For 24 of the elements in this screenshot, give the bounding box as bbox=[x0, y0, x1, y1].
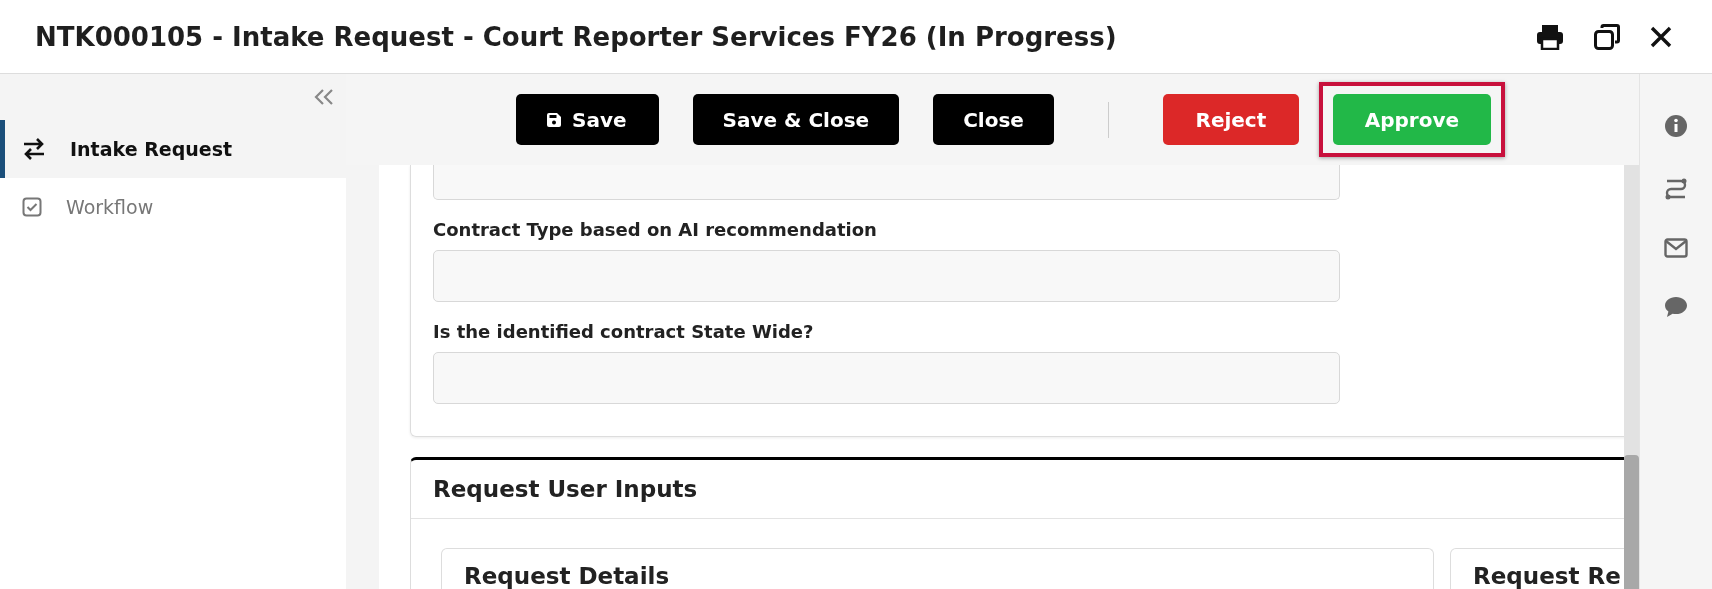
close-icon[interactable] bbox=[1650, 25, 1672, 48]
sidebar-item[interactable]: Workflow bbox=[0, 178, 346, 236]
toolbar-button[interactable]: Save & Close bbox=[692, 94, 900, 145]
scrollbar[interactable] bbox=[1624, 165, 1639, 589]
swap-arrows-icon bbox=[22, 138, 46, 160]
restore-window-icon[interactable] bbox=[1594, 23, 1620, 50]
field-label: Contract Type based on AI recommendation bbox=[433, 219, 878, 240]
window-title: NTK000105 - Intake Request - Court Reporter Services FY26 (In Progress) bbox=[35, 21, 1118, 52]
chat-bubble-icon[interactable] bbox=[1664, 296, 1688, 318]
card-title: Request Details bbox=[441, 548, 1434, 589]
envelope-icon[interactable] bbox=[1664, 238, 1688, 258]
toolbar-button[interactable]: Reject bbox=[1162, 94, 1299, 145]
print-icon[interactable] bbox=[1536, 23, 1564, 50]
sidebar-item[interactable]: Intake Request bbox=[0, 120, 346, 178]
info-icon[interactable] bbox=[1664, 114, 1688, 138]
collapse-chevrons-icon[interactable] bbox=[314, 89, 334, 105]
toolbar-button[interactable]: Close bbox=[933, 94, 1054, 145]
input-field[interactable] bbox=[433, 165, 1340, 200]
checkbox-icon bbox=[22, 197, 42, 217]
field-label: Is the identified contract State Wide? bbox=[433, 321, 815, 342]
input-field[interactable] bbox=[433, 352, 1340, 404]
route-icon[interactable] bbox=[1664, 176, 1688, 200]
save-button[interactable]: Save bbox=[516, 94, 659, 145]
input-field[interactable] bbox=[433, 250, 1340, 302]
